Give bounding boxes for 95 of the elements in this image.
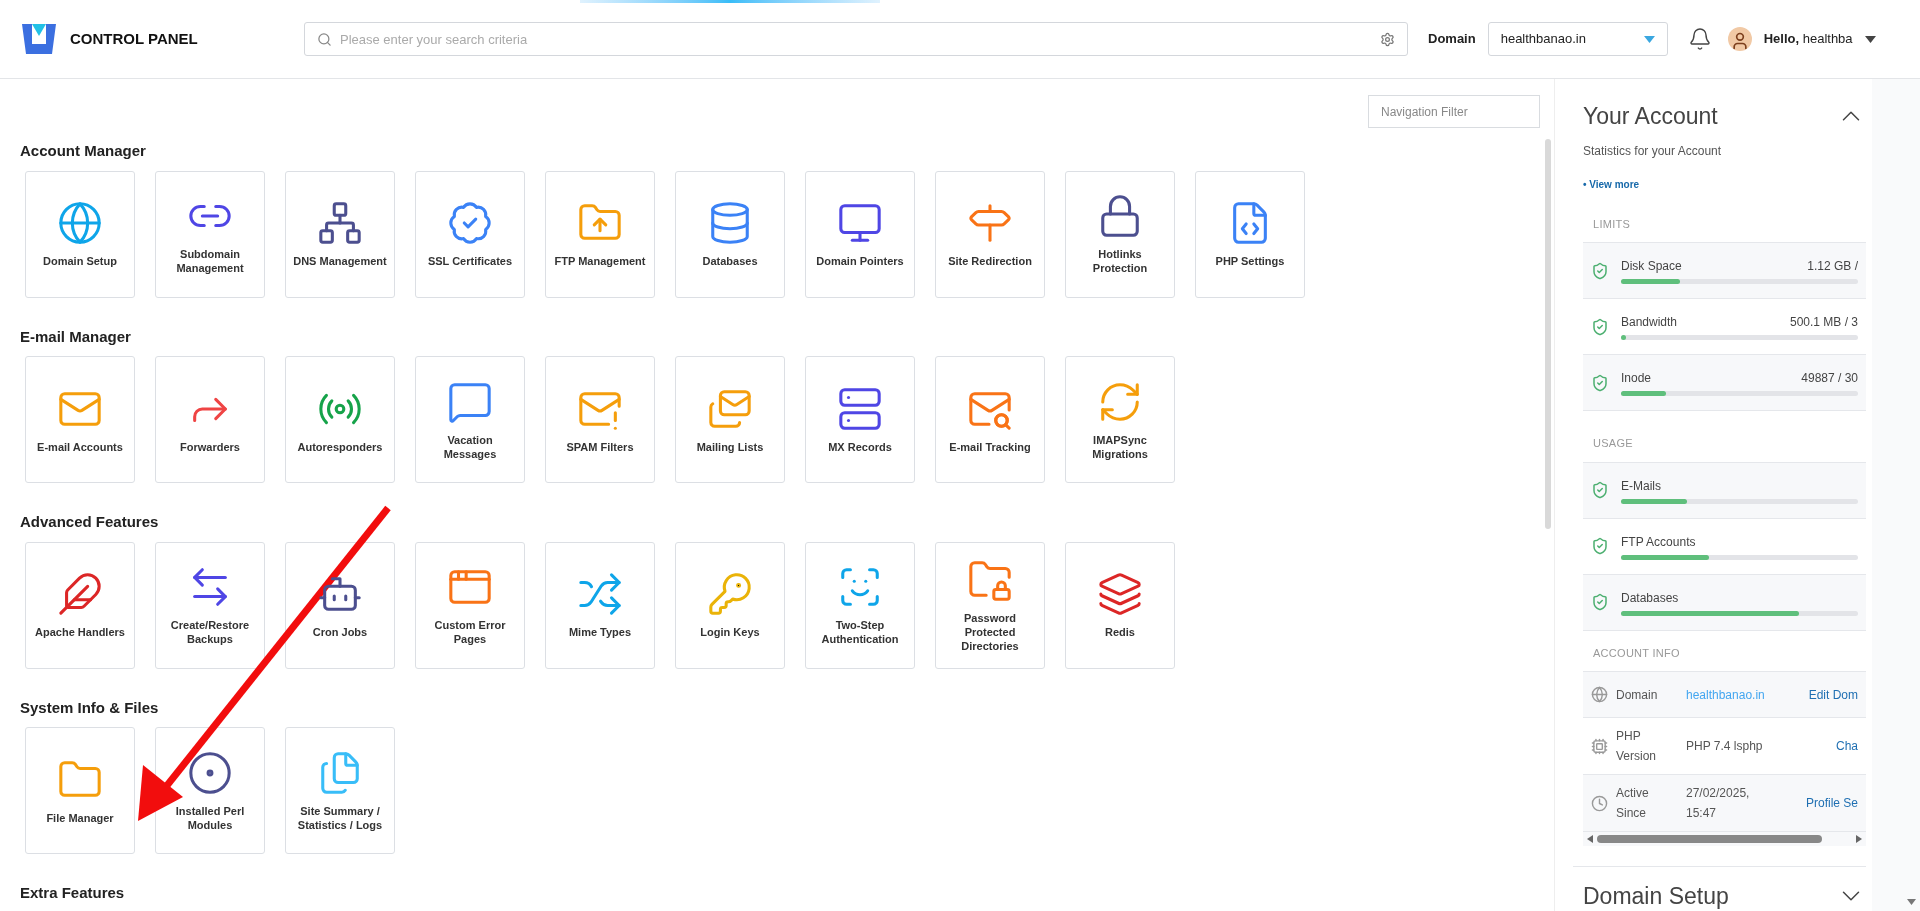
info-label: PHP Version [1616, 728, 1658, 765]
feature-tile[interactable]: Domain Setup [25, 170, 135, 298]
stat-name: Inode [1621, 370, 1652, 387]
shield-check-icon [1591, 261, 1609, 280]
action-link[interactable]: Profile Se [1805, 794, 1858, 812]
scrollbar-thumb[interactable] [1597, 835, 1822, 843]
search-icon [317, 31, 332, 47]
server-icon [837, 385, 883, 432]
view-more-link[interactable]: • View more [1583, 176, 1640, 192]
section-title: E-mail Manager [20, 326, 132, 347]
caret-icon [1643, 35, 1655, 43]
shield-check-icon [1591, 317, 1609, 336]
info-label: Domain [1616, 686, 1659, 704]
chip-icon [1591, 737, 1608, 755]
info-value: PHP 7.4 lsphp [1686, 738, 1764, 755]
feature-tile[interactable]: Autoresponders [285, 356, 395, 483]
caret-icon[interactable] [1864, 35, 1876, 43]
globe-icon [1591, 686, 1608, 703]
circle-icon [187, 749, 233, 796]
action-link[interactable]: Cha [1836, 737, 1858, 755]
logo-icon [20, 22, 58, 56]
badge-icon [447, 200, 493, 246]
panel-title: Your Account [1583, 102, 1718, 131]
feature-tile[interactable]: Mime Types [545, 541, 655, 669]
stat-name: E-Mails [1621, 477, 1661, 495]
panel-subtitle: Statistics for your Account [1583, 142, 1723, 160]
section-title: Advanced Features [20, 512, 160, 532]
network-icon [317, 200, 363, 246]
logo-text: CONTROL PANEL [70, 28, 198, 49]
domain-select[interactable]: healthbanao.in [1487, 22, 1668, 56]
feature-tile[interactable]: Installed Perl Modules [155, 727, 265, 854]
settings-icon[interactable] [1380, 31, 1395, 47]
feature-tile[interactable]: SSL Certificates [415, 170, 525, 298]
bell-icon[interactable] [1687, 27, 1712, 51]
stat-name: Bandwidth [1621, 314, 1678, 331]
group-title: USAGE [1583, 411, 1866, 463]
shield-check-icon [1591, 537, 1609, 555]
scroll-left-icon[interactable] [1587, 835, 1593, 843]
navigation-filter-field[interactable]: Navigation Filter [1368, 95, 1540, 128]
greeting-text[interactable]: Hello, healthba [1763, 29, 1853, 49]
search-bar[interactable]: Please enter your search criteria [304, 22, 1408, 56]
feature-tile[interactable]: File Manager [25, 727, 135, 854]
shield-check-icon [1591, 373, 1609, 392]
feature-tile[interactable]: MX Records [805, 356, 915, 483]
feature-tile[interactable]: Domain Pointers [805, 170, 915, 298]
feature-tile[interactable]: Site Summary / Statistics / Logs [285, 727, 395, 854]
feature-tile[interactable]: Databases [675, 170, 785, 298]
stat-name: FTP Accounts [1621, 533, 1696, 551]
feature-tile[interactable]: Two-Step Authentication [805, 541, 915, 669]
shield-check-icon [1591, 481, 1609, 499]
feature-tile[interactable]: Mailing Lists [675, 356, 785, 483]
feature-tile[interactable]: Apache Handlers [25, 541, 135, 669]
info-label: Active Since [1616, 785, 1650, 822]
scrollbar-thumb[interactable] [1545, 139, 1551, 529]
shuffle-icon [577, 571, 623, 617]
feature-tile[interactable]: Create/Restore Backups [155, 541, 265, 669]
avatar[interactable] [1727, 27, 1752, 51]
shield-check-icon [1591, 593, 1609, 611]
feature-tile[interactable]: SPAM Filters [545, 356, 655, 483]
feature-tile[interactable]: Cron Jobs [285, 541, 395, 669]
scroll-right-icon[interactable] [1856, 835, 1862, 843]
feature-tile[interactable]: Hotlinks Protection [1065, 170, 1175, 298]
panel-title: Domain Setup [1583, 882, 1729, 911]
stat-reading: 500.1 MB / 3 [1789, 314, 1858, 331]
feather-icon [57, 571, 103, 617]
action-link[interactable]: Edit Dom [1808, 685, 1858, 704]
clock-icon [1591, 794, 1608, 812]
feature-tile[interactable]: Redis [1065, 541, 1175, 669]
stat-name: Disk Space [1621, 258, 1682, 275]
search-field[interactable]: Please enter your search criteria [340, 24, 1372, 54]
feature-tile[interactable]: Vacation Messages [415, 356, 525, 483]
section-title: Account Manager [20, 141, 147, 161]
feature-tile[interactable]: Forwarders [155, 356, 265, 483]
feature-tile[interactable]: E-mail Accounts [25, 356, 135, 483]
feature-tile[interactable]: IMAPSync Migrations [1065, 356, 1175, 483]
feature-tile[interactable]: Subdomain Management [155, 170, 265, 298]
globe-icon [57, 200, 103, 246]
feature-tile[interactable]: Custom Error Pages [415, 541, 525, 669]
feature-tile[interactable]: FTP Management [545, 170, 655, 298]
domain-label: Domain [1428, 30, 1476, 49]
info-value: 27/02/2025, 15:47 [1686, 785, 1751, 822]
feature-tile[interactable]: Login Keys [675, 541, 785, 669]
stat-reading: 1.12 GB / [1807, 258, 1858, 275]
layers-icon [1097, 571, 1143, 617]
stat-name: Databases [1621, 589, 1679, 607]
scroll-down-icon[interactable] [1907, 899, 1916, 905]
key-icon [707, 571, 753, 617]
feature-tile[interactable]: E-mail Tracking [935, 356, 1045, 483]
feature-tile[interactable]: DNS Management [285, 170, 395, 298]
stat-reading: 49887 / 30 [1801, 370, 1858, 387]
feature-tile[interactable]: Site Redirection [935, 170, 1045, 298]
section-title: Extra Features [20, 883, 126, 903]
feature-tile[interactable]: PHP Settings [1195, 170, 1305, 298]
section-title: System Info & Files [20, 697, 160, 718]
feature-tile[interactable]: Password Protected Directories [935, 541, 1045, 669]
